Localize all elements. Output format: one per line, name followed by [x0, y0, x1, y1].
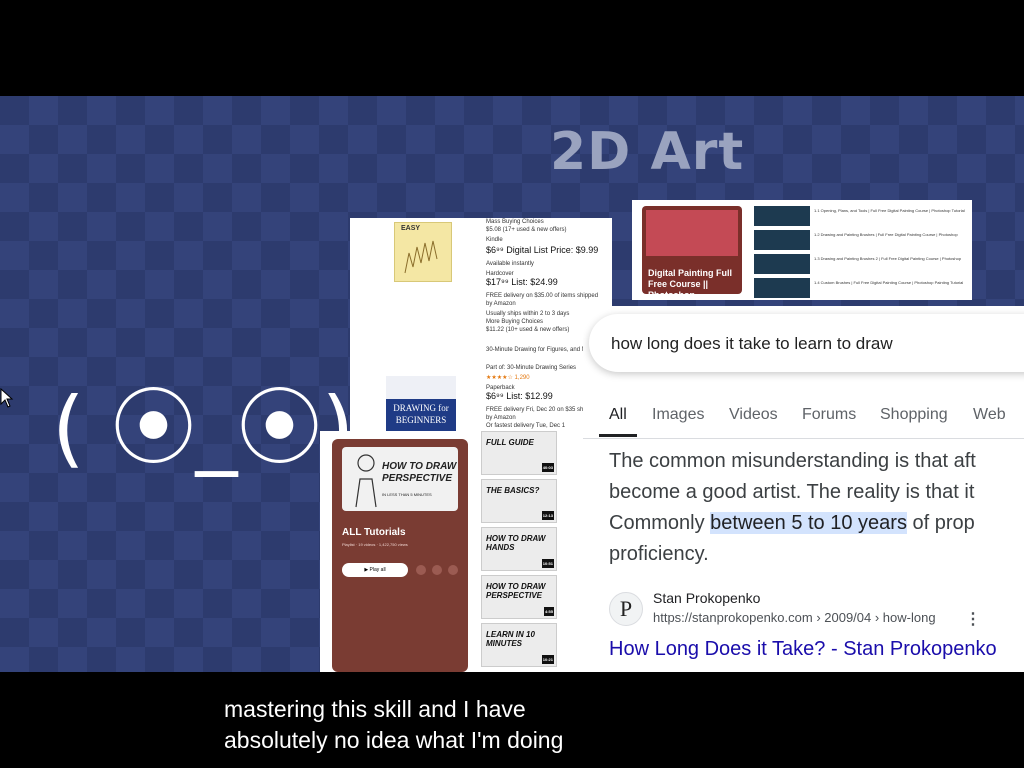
- source-url[interactable]: https://stanprokopenko.com › 2009/04 › h…: [653, 610, 936, 625]
- tab-forums[interactable]: Forums: [802, 406, 856, 424]
- amazon-offer-text: Mass Buying Choices: [486, 219, 544, 225]
- kaomoji-face: ( ⦿_⦿): [52, 379, 355, 477]
- search-query: how long does it take to learn to draw: [611, 334, 893, 353]
- video-frame: 2D Art ( ⦿_⦿) EASY Mass Buying Choices $…: [0, 96, 1024, 672]
- result-title-link[interactable]: How Long Does it Take? - Stan Prokopenko: [609, 638, 997, 661]
- source-name[interactable]: Stan Prokopenko: [653, 590, 760, 606]
- amazon-offer-text[interactable]: $5.08 (17+ used & new offers): [486, 226, 606, 234]
- playlist-row[interactable]: 1.3 Drawing and Painting Brushes 2 | Ful…: [754, 254, 964, 274]
- playlist-cover[interactable]: HOW TO DRAW PERSPECTIVE IN LESS THAN 5 M…: [342, 447, 458, 511]
- more-icon[interactable]: [448, 565, 458, 575]
- book-cover-easy: EASY: [394, 222, 452, 282]
- site-favicon-icon[interactable]: P: [609, 592, 643, 626]
- video-thumbnail[interactable]: HOW TO DRAW PERSPECTIVE 4:55: [481, 575, 557, 619]
- amazon-format[interactable]: Kindle: [486, 236, 606, 244]
- slide-title: 2D Art: [550, 122, 745, 182]
- youtube-course-screenshot: Digital Painting Full Free Course || Pho…: [632, 200, 972, 300]
- share-icon[interactable]: [432, 565, 442, 575]
- playlist-row[interactable]: 1.2 Drawing and Painting Brushes | Full …: [754, 230, 964, 250]
- playlist-panel: HOW TO DRAW PERSPECTIVE IN LESS THAN 5 M…: [332, 439, 468, 672]
- video-thumbnail[interactable]: FULL GUIDE 40:03: [481, 431, 557, 475]
- tab-videos[interactable]: Videos: [729, 406, 778, 424]
- tab-all[interactable]: All: [609, 406, 627, 424]
- snippet-highlight: between 5 to 10 years: [710, 512, 907, 534]
- playlist-thumbnail[interactable]: Digital Painting Full Free Course || Pho…: [642, 206, 742, 300]
- playlist-row[interactable]: 1.1 Opening, Plans, and Tools | Full Fre…: [754, 206, 965, 226]
- play-all-button[interactable]: ▶ Play all: [342, 563, 408, 577]
- search-input[interactable]: how long does it take to learn to draw: [589, 314, 1024, 372]
- divider: [583, 438, 1024, 439]
- active-tab-indicator: [599, 434, 637, 437]
- amazon-price: $6⁹⁹ Digital List Price: $9.99: [486, 245, 599, 255]
- amazon-availability: Available instantly: [486, 261, 534, 267]
- video-thumbnail[interactable]: LEARN IN 10 MINUTES 10:21: [481, 623, 557, 667]
- youtube-playlist-screenshot: HOW TO DRAW PERSPECTIVE IN LESS THAN 5 M…: [320, 431, 565, 672]
- video-thumbnail[interactable]: THE BASICS? 12:13: [481, 479, 557, 523]
- featured-snippet: The common misunderstanding is that aft …: [609, 450, 976, 565]
- save-icon[interactable]: [416, 565, 426, 575]
- subtitle-caption: mastering this skill and I have absolute…: [224, 694, 824, 756]
- caption-line: absolutely no idea what I'm doing: [224, 727, 564, 753]
- playlist-title: Digital Painting Full Free Course || Pho…: [648, 268, 732, 300]
- playlist-row[interactable]: 1.4 Custom Brushes | Full Free Digital P…: [754, 278, 964, 298]
- tab-images[interactable]: Images: [652, 406, 704, 424]
- caption-line: mastering this skill and I have: [224, 696, 526, 722]
- book-cover-drawing-for-beginners: DRAWING for BEGINNERS: [386, 376, 456, 432]
- google-search-screenshot: how long does it take to learn to draw A…: [583, 306, 1024, 672]
- playlist-name: ALL Tutorials: [342, 527, 406, 538]
- tab-shopping[interactable]: Shopping: [880, 406, 948, 424]
- playlist-meta: Playlist · 19 videos · 1,422,750 views: [342, 542, 408, 547]
- video-thumbnail[interactable]: HOW TO DRAW HANDS 10:51: [481, 527, 557, 571]
- more-options-icon[interactable]: ⋮: [965, 609, 981, 629]
- tab-web[interactable]: Web: [973, 406, 1006, 424]
- amazon-price: $17⁹⁹ List: $24.99: [486, 277, 558, 287]
